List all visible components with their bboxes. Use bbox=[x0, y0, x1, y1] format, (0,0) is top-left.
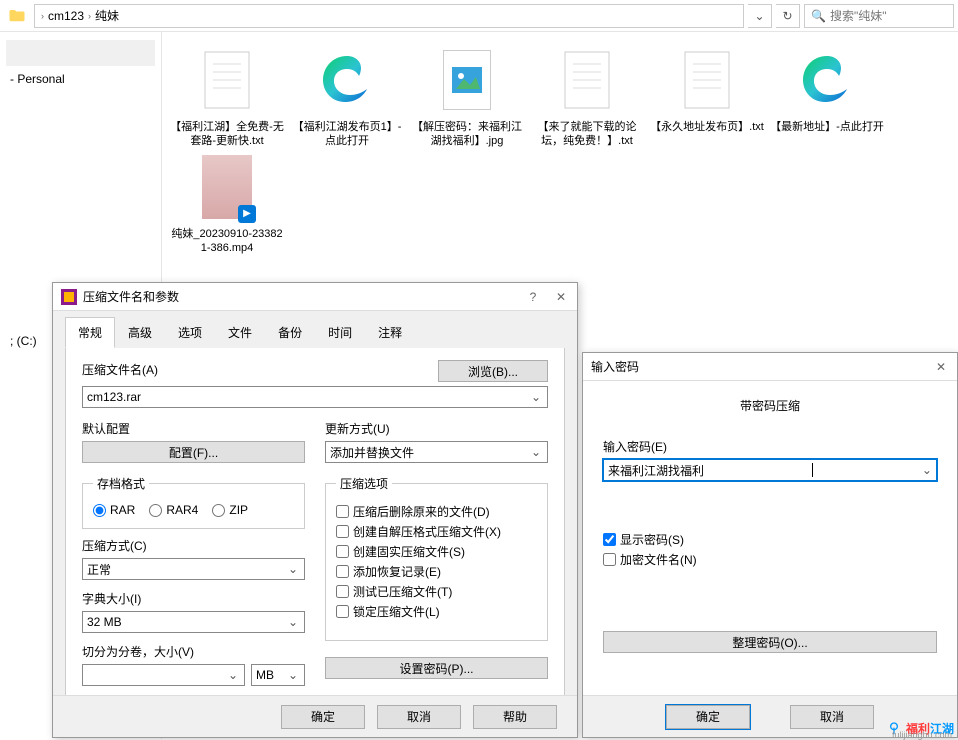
archive-option[interactable]: 创建固实压缩文件(S) bbox=[336, 543, 537, 560]
tab-常规[interactable]: 常规 bbox=[65, 317, 115, 348]
dialog-titlebar[interactable]: 压缩文件名和参数 ? ✕ bbox=[53, 283, 577, 311]
close-icon[interactable]: ✕ bbox=[933, 360, 949, 374]
chevron-right-icon: › bbox=[41, 11, 44, 21]
file-label: 【解压密码：来福利江湖找福利】.jpg bbox=[410, 120, 524, 149]
password-label: 输入密码(E) bbox=[603, 438, 937, 455]
explorer-address-bar: › cm123 › 纯妹 ⌄ ↻ 🔍 搜索"纯妹" bbox=[0, 0, 958, 32]
dictionary-size-select[interactable]: 32 MB bbox=[82, 611, 305, 633]
archiving-options-label: 压缩选项 bbox=[336, 475, 392, 492]
archive-format-label: 存档格式 bbox=[93, 475, 149, 492]
password-dialog-body: 带密码压缩 输入密码(E) 来福利江湖找福利 ⌄ 显示密码(S) 加密文件名(N… bbox=[583, 381, 957, 697]
archive-option[interactable]: 添加恢复记录(E) bbox=[336, 563, 537, 580]
dialog-tabs: 常规高级选项文件备份时间注释 bbox=[53, 311, 577, 348]
archive-option[interactable]: 创建自解压格式压缩文件(X) bbox=[336, 523, 537, 540]
default-profile-label: 默认配置 bbox=[82, 420, 305, 437]
chevron-down-icon: ⌄ bbox=[922, 463, 932, 477]
file-icon bbox=[195, 48, 259, 112]
refresh-button[interactable]: ↻ bbox=[776, 4, 800, 28]
file-label: 纯妹_20230910-233821-386.mp4 bbox=[170, 227, 284, 256]
cancel-button[interactable]: 取消 bbox=[790, 705, 874, 729]
dictionary-size-label: 字典大小(I) bbox=[82, 590, 305, 607]
file-item[interactable]: ▶ 纯妹_20230910-233821-386.mp4 bbox=[170, 155, 284, 256]
address-input[interactable]: › cm123 › 纯妹 bbox=[34, 4, 744, 28]
address-dropdown[interactable]: ⌄ bbox=[748, 4, 772, 28]
ok-button[interactable]: 确定 bbox=[281, 705, 365, 729]
tab-时间[interactable]: 时间 bbox=[315, 317, 365, 348]
password-input[interactable]: 来福利江湖找福利 ⌄ bbox=[603, 459, 937, 481]
password-subtitle: 带密码压缩 bbox=[603, 397, 937, 414]
archive-name-label: 压缩文件名(A) bbox=[82, 361, 430, 378]
encrypt-filenames-label: 加密文件名(N) bbox=[620, 551, 697, 568]
file-item[interactable]: 【解压密码：来福利江湖找福利】.jpg bbox=[410, 48, 524, 149]
split-size-input[interactable] bbox=[82, 664, 245, 686]
compression-method-select[interactable]: 正常 bbox=[82, 558, 305, 580]
folder-icon bbox=[8, 7, 26, 25]
archive-option[interactable]: 压缩后删除原来的文件(D) bbox=[336, 503, 537, 520]
tab-选项[interactable]: 选项 bbox=[165, 317, 215, 348]
help-button[interactable]: 帮助 bbox=[473, 705, 557, 729]
archive-option[interactable]: 锁定压缩文件(L) bbox=[336, 603, 537, 620]
encrypt-filenames-checkbox[interactable] bbox=[603, 553, 616, 566]
browse-button[interactable]: 浏览(B)... bbox=[438, 360, 548, 382]
file-icon bbox=[315, 48, 379, 112]
dialog-title: 压缩文件名和参数 bbox=[83, 288, 525, 305]
archive-dialog: 压缩文件名和参数 ? ✕ 常规高级选项文件备份时间注释 压缩文件名(A) 浏览(… bbox=[52, 282, 578, 738]
dialog-titlebar[interactable]: 输入密码 ✕ bbox=[583, 353, 957, 381]
search-icon: 🔍 bbox=[811, 9, 826, 23]
format-radio-zip[interactable]: ZIP bbox=[212, 503, 248, 517]
file-item[interactable]: 【来了就能下载的论坛，纯免费！】.txt bbox=[530, 48, 644, 149]
cancel-button[interactable]: 取消 bbox=[377, 705, 461, 729]
dialog-title: 输入密码 bbox=[591, 358, 933, 375]
format-radio-rar[interactable]: RAR bbox=[93, 503, 135, 517]
help-icon[interactable]: ? bbox=[525, 290, 541, 304]
file-label: 【永久地址发布页】.txt bbox=[650, 120, 764, 134]
text-cursor bbox=[812, 463, 813, 477]
archive-option[interactable]: 测试已压缩文件(T) bbox=[336, 583, 537, 600]
breadcrumb-seg[interactable]: cm123 bbox=[48, 9, 84, 23]
file-label: 【来了就能下载的论坛，纯免费！】.txt bbox=[530, 120, 644, 149]
update-mode-select[interactable]: 添加并替换文件 bbox=[325, 441, 548, 463]
compression-method-label: 压缩方式(C) bbox=[82, 537, 305, 554]
file-label: 【福利江湖】全免费-无套路-更新快.txt bbox=[170, 120, 284, 149]
show-password-checkbox[interactable] bbox=[603, 533, 616, 546]
tab-general: 压缩文件名(A) 浏览(B)... cm123.rar 默认配置 配置(F)..… bbox=[65, 348, 565, 698]
file-icon: ▶ bbox=[195, 155, 259, 219]
file-icon bbox=[795, 48, 859, 112]
ok-button[interactable]: 确定 bbox=[666, 705, 750, 729]
file-icon bbox=[555, 48, 619, 112]
split-unit-select[interactable]: MB bbox=[251, 664, 305, 686]
file-item[interactable]: 【永久地址发布页】.txt bbox=[650, 48, 764, 149]
breadcrumb-seg[interactable]: 纯妹 bbox=[95, 7, 119, 24]
tab-文件[interactable]: 文件 bbox=[215, 317, 265, 348]
dialog-footer: 确定 取消 帮助 bbox=[53, 695, 577, 737]
set-password-button[interactable]: 设置密码(P)... bbox=[325, 657, 548, 679]
close-icon[interactable]: ✕ bbox=[553, 290, 569, 304]
search-input[interactable]: 🔍 搜索"纯妹" bbox=[804, 4, 954, 28]
file-item[interactable]: 【福利江湖发布页1】-点此打开 bbox=[290, 48, 404, 149]
file-icon bbox=[435, 48, 499, 112]
split-volumes-label: 切分为分卷，大小(V) bbox=[82, 643, 305, 660]
archive-name-input[interactable]: cm123.rar bbox=[82, 386, 548, 408]
tab-高级[interactable]: 高级 bbox=[115, 317, 165, 348]
file-item[interactable]: 【福利江湖】全免费-无套路-更新快.txt bbox=[170, 48, 284, 149]
winrar-icon bbox=[61, 289, 77, 305]
sidebar-header[interactable] bbox=[6, 40, 155, 66]
organize-passwords-button[interactable]: 整理密码(O)... bbox=[603, 631, 937, 653]
format-radios: RAR RAR4 ZIP bbox=[93, 500, 294, 520]
format-radio-rar4[interactable]: RAR4 bbox=[149, 503, 198, 517]
chevron-right-icon: › bbox=[88, 11, 91, 21]
show-password-label: 显示密码(S) bbox=[620, 531, 684, 548]
file-icon bbox=[675, 48, 739, 112]
tab-注释[interactable]: 注释 bbox=[365, 317, 415, 348]
sidebar-personal[interactable]: - Personal bbox=[6, 68, 155, 90]
profiles-button[interactable]: 配置(F)... bbox=[82, 441, 305, 463]
file-item[interactable]: 【最新地址】-点此打开 bbox=[770, 48, 884, 149]
password-dialog: 输入密码 ✕ 带密码压缩 输入密码(E) 来福利江湖找福利 ⌄ 显示密码(S) … bbox=[582, 352, 958, 738]
update-mode-label: 更新方式(U) bbox=[325, 420, 548, 437]
file-label: 【福利江湖发布页1】-点此打开 bbox=[290, 120, 404, 149]
search-placeholder: 搜索"纯妹" bbox=[830, 7, 887, 24]
tab-备份[interactable]: 备份 bbox=[265, 317, 315, 348]
file-label: 【最新地址】-点此打开 bbox=[770, 120, 884, 134]
